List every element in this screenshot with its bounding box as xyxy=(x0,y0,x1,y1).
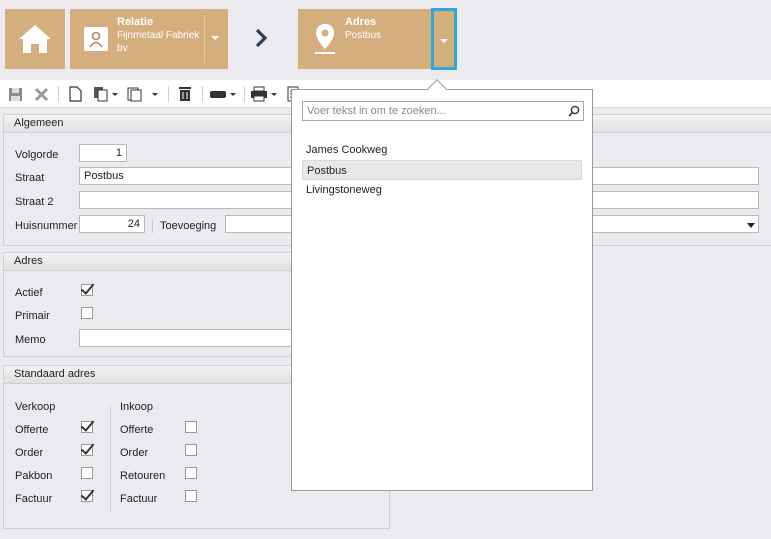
column-divider xyxy=(110,406,111,512)
toolbar-separator xyxy=(58,86,59,102)
toolbar-separator xyxy=(202,86,203,102)
adres-dropdown-popup: Voer tekst in om te zoeken... James Cook… xyxy=(291,79,593,491)
adres-title: Adres xyxy=(345,16,377,28)
home-icon xyxy=(5,9,65,69)
inkoop-retouren-checkbox[interactable] xyxy=(185,467,197,479)
verkoop-offerte-label: Offerte xyxy=(15,424,49,436)
verkoop-pakbon-checkbox[interactable] xyxy=(81,467,93,479)
inkoop-retouren-label: Retouren xyxy=(120,470,166,482)
huisnummer-label: Huisnummer xyxy=(15,220,78,232)
search-icon xyxy=(568,105,580,120)
memo-label: Memo xyxy=(15,334,46,346)
land-select-arrow-icon[interactable] xyxy=(747,223,755,228)
save-icon[interactable] xyxy=(6,85,24,103)
home-tile[interactable] xyxy=(5,9,65,69)
actief-label: Actief xyxy=(15,287,43,299)
verkoop-order-label: Order xyxy=(15,447,44,459)
relatie-title: Relatie xyxy=(117,16,154,28)
dropdown-option-james-cookweg[interactable]: James Cookweg xyxy=(302,140,582,160)
straat2-label: Straat 2 xyxy=(15,196,54,208)
inkoop-order-checkbox[interactable] xyxy=(185,444,197,456)
print-icon[interactable] xyxy=(250,85,280,103)
adres-dropdown-button[interactable] xyxy=(431,8,457,70)
breadcrumb-chevron-icon xyxy=(254,28,268,51)
relatie-divider xyxy=(204,15,205,63)
adres-dropdown-arrow-icon xyxy=(440,39,448,43)
land-select[interactable] xyxy=(591,215,759,233)
primair-checkbox[interactable] xyxy=(81,307,93,319)
inkoop-factuur-checkbox[interactable] xyxy=(185,490,197,502)
inkoop-heading: Inkoop xyxy=(120,401,154,413)
dropdown-option-livingstoneweg[interactable]: Livingstoneweg xyxy=(302,180,582,200)
toevoeging-label: Toevoeging xyxy=(160,220,217,232)
copy-document-icon[interactable] xyxy=(92,85,120,103)
new-document-icon[interactable] xyxy=(66,85,84,103)
toolbar-separator xyxy=(244,86,245,102)
verkoop-factuur-label: Factuur xyxy=(15,493,53,505)
straat-label: Straat xyxy=(15,172,45,184)
discard-icon[interactable] xyxy=(32,85,50,103)
search-input[interactable]: Voer tekst in om te zoeken... xyxy=(302,101,584,121)
volgorde-input[interactable]: 1 xyxy=(79,144,127,162)
actief-checkbox[interactable] xyxy=(81,284,93,296)
verkoop-order-checkbox[interactable] xyxy=(81,444,93,456)
relatie-dropdown-arrow-icon[interactable] xyxy=(211,36,219,40)
adres-current-value: Postbus xyxy=(345,30,382,41)
volgorde-label: Volgorde xyxy=(15,149,59,161)
verkoop-offerte-checkbox[interactable] xyxy=(81,421,93,433)
delete-icon[interactable] xyxy=(176,85,194,103)
toolbar-separator xyxy=(168,86,169,102)
huisnummer-input[interactable]: 24 xyxy=(79,215,145,233)
inkoop-offerte-checkbox[interactable] xyxy=(185,421,197,433)
inkoop-factuur-label: Factuur xyxy=(120,493,158,505)
relatie-name-line2: bv xyxy=(117,43,128,54)
verkoop-pakbon-label: Pakbon xyxy=(15,470,53,482)
field-divider xyxy=(152,219,153,233)
verkoop-heading: Verkoop xyxy=(15,401,56,413)
duplicate-icon[interactable] xyxy=(126,85,160,103)
location-pin-icon xyxy=(312,21,338,57)
inkoop-offerte-label: Offerte xyxy=(120,424,154,436)
contact-card-icon xyxy=(84,27,108,51)
inkoop-order-label: Order xyxy=(120,447,149,459)
relatie-tile[interactable]: Relatie Fijnmetaal Fabriek bv xyxy=(70,9,228,69)
more-actions-icon[interactable] xyxy=(208,85,238,103)
primair-label: Primair xyxy=(15,310,50,322)
adres-tile[interactable]: Adres Postbus xyxy=(298,8,457,70)
verkoop-factuur-checkbox[interactable] xyxy=(81,490,93,502)
dropdown-option-postbus[interactable]: Postbus xyxy=(302,160,582,180)
